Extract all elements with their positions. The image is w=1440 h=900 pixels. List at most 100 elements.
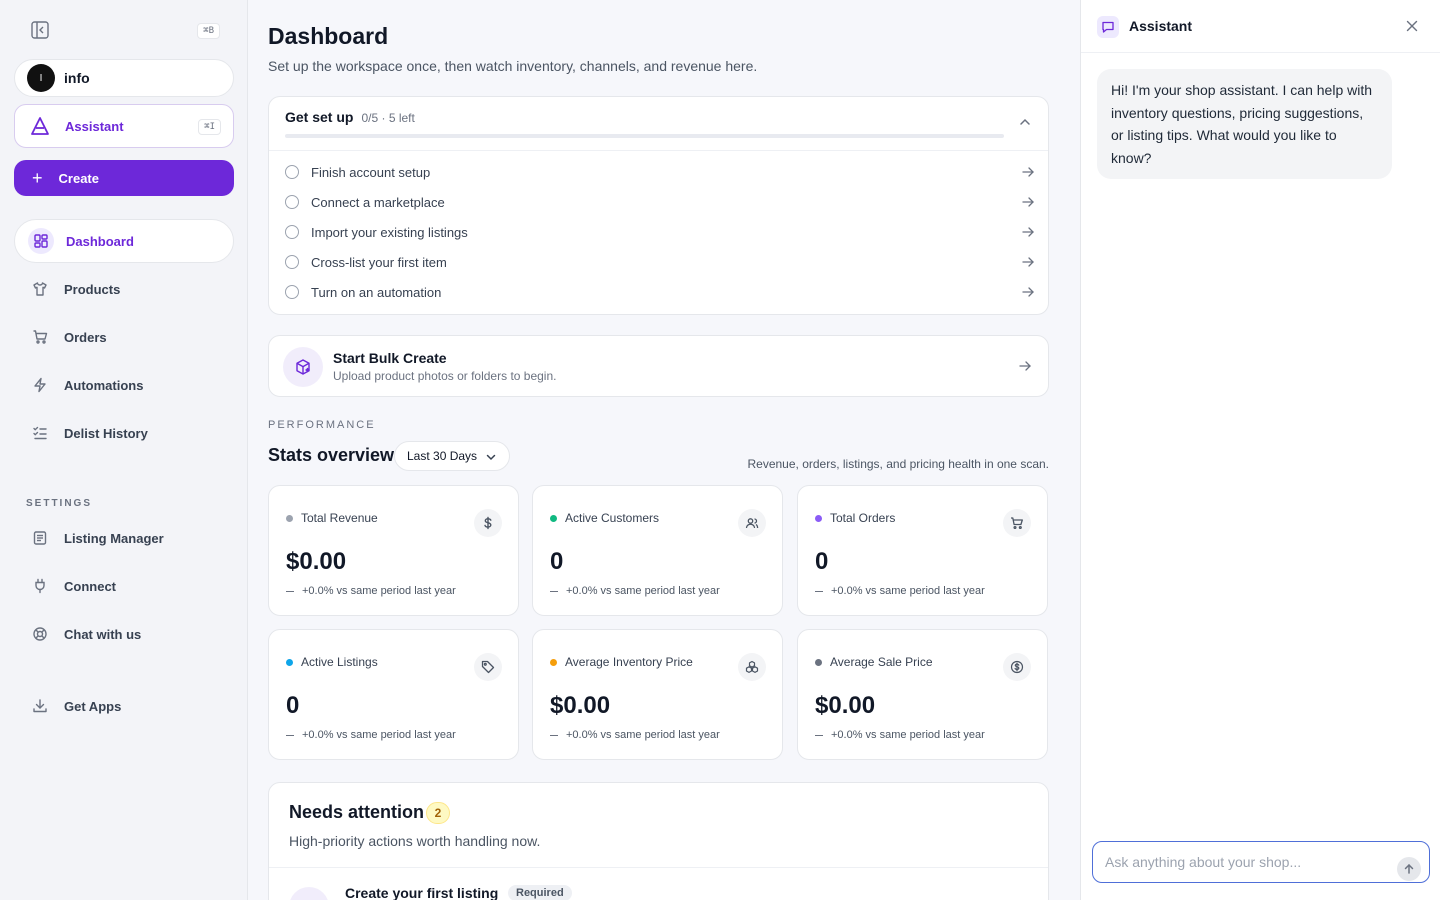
sidebar-item-delist-history[interactable]: Delist History <box>14 411 234 455</box>
needs-attention-card: Needs attention 2 High-priority actions … <box>268 782 1049 900</box>
assistant-chat-input[interactable] <box>1092 841 1430 883</box>
setup-progress-text: 0/5 · 5 left <box>361 111 415 125</box>
stat-card-total-revenue[interactable]: Total Revenue $0.00 +0.0% vs same period… <box>268 485 519 616</box>
close-icon[interactable] <box>1405 19 1419 33</box>
setup-checklist: Get set up 0/5 · 5 left Finish account s… <box>268 96 1049 315</box>
sidebar-item-label: Connect <box>64 578 116 594</box>
arrow-right-icon <box>1021 225 1035 239</box>
main-content: Dashboard Set up the workspace once, the… <box>248 0 1080 900</box>
workspace-switcher[interactable]: I info <box>14 59 234 97</box>
checkbox-circle-icon[interactable] <box>285 225 299 239</box>
setup-task-label: Import your existing listings <box>311 224 468 240</box>
stat-change: +0.0% vs same period last year <box>286 585 456 597</box>
bulk-create-card[interactable]: Start Bulk Create Upload product photos … <box>268 335 1049 397</box>
performance-section-label: PERFORMANCE <box>268 419 376 431</box>
sidebar-item-chat-with-us[interactable]: Chat with us <box>14 612 234 656</box>
send-button[interactable] <box>1397 857 1421 881</box>
sidebar-item-get-apps[interactable]: Get Apps <box>14 684 234 728</box>
create-button-label: Create <box>58 170 99 186</box>
sidebar-collapse-icon[interactable] <box>30 20 50 40</box>
stat-change-text: +0.0% vs same period last year <box>831 585 985 597</box>
chat-bubble-icon <box>1097 16 1119 38</box>
setup-task[interactable]: Import your existing listings <box>285 220 1035 244</box>
divider <box>269 150 1048 151</box>
collapse-shortcut: ⌘B <box>197 23 220 39</box>
status-dot <box>550 515 557 522</box>
sidebar-item-label: Automations <box>64 377 144 393</box>
attention-item-title[interactable]: Create your first listing <box>345 885 498 900</box>
dash-icon <box>550 734 558 736</box>
dash-icon <box>286 734 294 736</box>
setup-task[interactable]: Finish account setup <box>285 160 1035 184</box>
stat-card-average-sale-price[interactable]: Average Sale Price $0.00 +0.0% vs same p… <box>797 629 1048 760</box>
workspace-name: info <box>64 70 90 86</box>
checkbox-circle-icon[interactable] <box>285 195 299 209</box>
stat-change: +0.0% vs same period last year <box>550 729 720 741</box>
needs-attention-count-badge: 2 <box>426 802 450 824</box>
stat-change: +0.0% vs same period last year <box>550 585 720 597</box>
checkbox-circle-icon[interactable] <box>285 285 299 299</box>
arrow-right-icon <box>1018 359 1032 373</box>
create-button[interactable]: + Create <box>14 160 234 196</box>
assistant-logo-icon <box>29 115 51 137</box>
needs-attention-title: Needs attention <box>289 802 425 822</box>
stat-card-total-orders[interactable]: Total Orders 0 +0.0% vs same period last… <box>797 485 1048 616</box>
assistant-button[interactable]: Assistant ⌘I <box>14 104 234 148</box>
stat-card-active-listings[interactable]: Active Listings 0 +0.0% vs same period l… <box>268 629 519 760</box>
date-range-value: Last 30 Days <box>407 449 478 463</box>
status-dot <box>815 515 822 522</box>
setup-task[interactable]: Connect a marketplace <box>285 190 1035 214</box>
stat-value: 0 <box>286 692 300 719</box>
arrow-right-icon <box>1021 255 1035 269</box>
sidebar-item-label: Delist History <box>64 425 148 441</box>
sidebar-top: ⌘B <box>30 20 220 42</box>
setup-task-label: Cross-list your first item <box>311 254 447 270</box>
chevron-up-icon[interactable] <box>1018 115 1032 129</box>
sidebar-item-connect[interactable]: Connect <box>14 564 234 608</box>
dash-icon <box>815 734 823 736</box>
cart-icon <box>1003 509 1031 537</box>
coin-icon <box>1003 653 1031 681</box>
setup-task[interactable]: Cross-list your first item <box>285 250 1035 274</box>
stat-card-average-inventory-price[interactable]: Average Inventory Price $0.00 +0.0% vs s… <box>532 629 783 760</box>
status-dot <box>286 659 293 666</box>
chevron-down-icon <box>485 450 497 462</box>
page-title: Dashboard <box>268 23 389 49</box>
sidebar-item-products[interactable]: Products <box>14 267 234 311</box>
arrow-up-icon <box>1404 863 1414 874</box>
sidebar-item-orders[interactable]: Orders <box>14 315 234 359</box>
assistant-shortcut: ⌘I <box>198 119 221 135</box>
setup-header[interactable]: Get set up 0/5 · 5 left <box>285 109 415 125</box>
stat-change-text: +0.0% vs same period last year <box>302 729 456 741</box>
stat-change: +0.0% vs same period last year <box>815 585 985 597</box>
box-sparkle-icon <box>283 347 323 387</box>
status-dot <box>815 659 822 666</box>
dollar-icon <box>474 509 502 537</box>
setup-task[interactable]: Turn on an automation <box>285 280 1035 304</box>
stats-description: Revenue, orders, listings, and pricing h… <box>747 457 1049 471</box>
bulk-create-title: Start Bulk Create <box>333 350 447 366</box>
arrow-right-icon <box>1021 285 1035 299</box>
stat-card-active-customers[interactable]: Active Customers 0 +0.0% vs same period … <box>532 485 783 616</box>
plus-icon: + <box>32 168 43 188</box>
arrow-right-icon <box>1021 165 1035 179</box>
assistant-panel-title: Assistant <box>1129 18 1193 34</box>
bolt-icon <box>28 373 52 397</box>
cart-icon <box>28 325 52 349</box>
stat-label: Total Revenue <box>301 511 378 525</box>
tag-icon <box>474 653 502 681</box>
page-subtitle: Set up the workspace once, then watch in… <box>268 58 758 74</box>
checkbox-circle-icon[interactable] <box>285 165 299 179</box>
sidebar-item-listing-manager[interactable]: Listing Manager <box>14 516 234 560</box>
status-badge: Required <box>508 885 572 900</box>
checkbox-circle-icon[interactable] <box>285 255 299 269</box>
sidebar-item-dashboard[interactable]: Dashboard <box>14 219 234 263</box>
date-range-select[interactable]: Last 30 Days <box>394 441 511 471</box>
status-dot <box>286 515 293 522</box>
stat-change: +0.0% vs same period last year <box>815 729 985 741</box>
stat-change-text: +0.0% vs same period last year <box>831 729 985 741</box>
stat-change-text: +0.0% vs same period last year <box>302 585 456 597</box>
sidebar-item-automations[interactable]: Automations <box>14 363 234 407</box>
stat-label: Total Orders <box>830 511 896 525</box>
setup-task-label: Finish account setup <box>311 164 431 180</box>
